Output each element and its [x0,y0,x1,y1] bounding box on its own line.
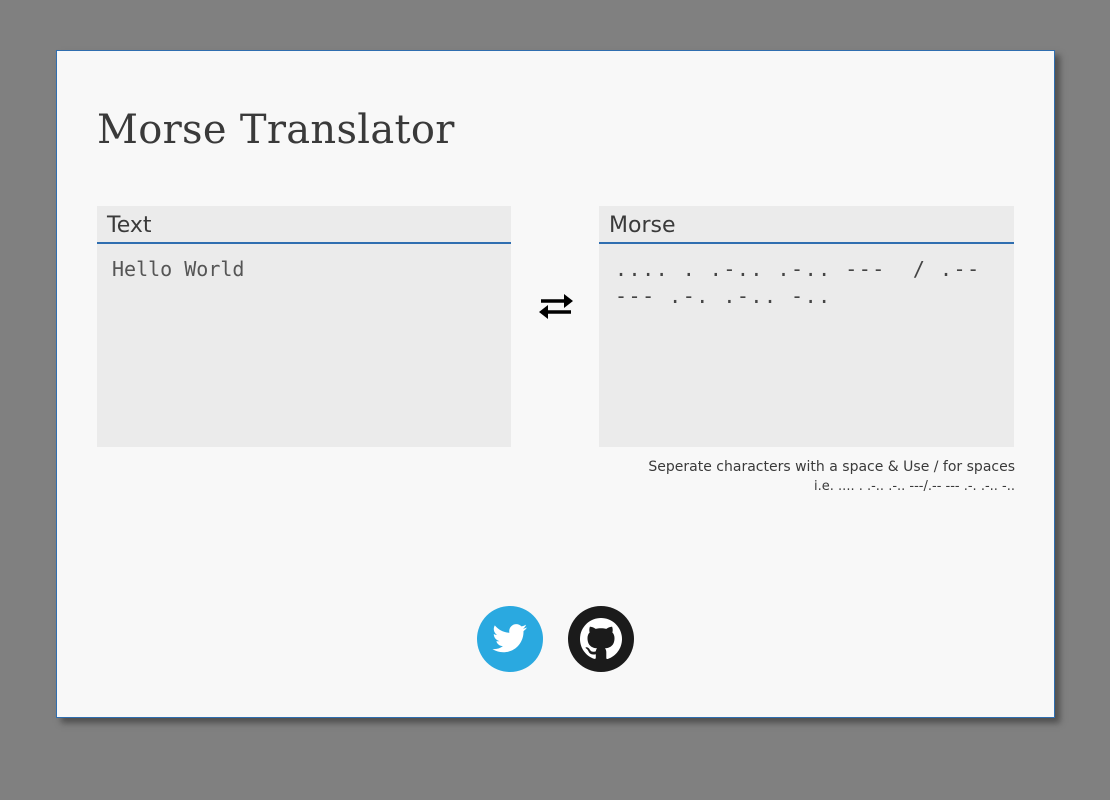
morse-output[interactable]: .... . .-.. .-.. --- / .-- --- .-. .-.. … [599,244,1014,322]
hint-instruction: Seperate characters with a space & Use /… [648,459,1015,475]
text-panel-label: Text [97,206,511,244]
hint-example: i.e. .... . .-.. .-.. ---/.-- --- .-. .-… [814,479,1015,494]
twitter-link[interactable] [477,606,543,672]
text-input[interactable]: Hello World [97,244,511,295]
morse-panel-label: Morse [599,206,1014,244]
morse-panel: Morse .... . .-.. .-.. --- / .-- --- .-.… [599,206,1014,447]
translator-card: Morse Translator Text Hello World Morse … [56,50,1055,718]
text-panel: Text Hello World [97,206,511,447]
github-icon [580,618,622,660]
twitter-icon [492,624,527,653]
usage-hint: Seperate characters with a space & Use /… [648,457,1015,497]
swap-button[interactable] [535,289,577,325]
github-link[interactable] [568,606,634,672]
swap-arrows-icon [539,294,573,319]
page-title: Morse Translator [97,107,455,153]
